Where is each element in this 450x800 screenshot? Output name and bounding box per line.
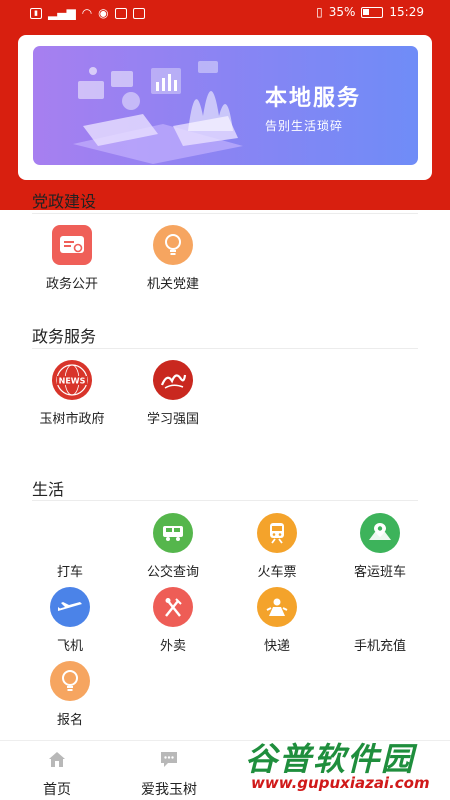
grid-item-label: 外卖 — [159, 639, 186, 654]
train-icon — [257, 513, 297, 553]
status-bar: ▮ ▂▄▆ ◠ ◉ ▯ 35% 15:29 — [0, 0, 450, 26]
grid-item-xuexi[interactable]: 学习强国 — [121, 360, 225, 428]
map-pin-icon — [360, 513, 400, 553]
sim-icon: ▮ — [30, 7, 42, 19]
vibrate-icon: ▯ — [316, 5, 323, 19]
document-search-icon — [52, 225, 92, 265]
grid-item-label: 学习强国 — [146, 412, 199, 427]
grid-item-label: 打车 — [56, 565, 83, 580]
section-title-life: 生活 — [32, 480, 65, 499]
wifi-icon: ◠ — [81, 6, 93, 20]
lightbulb-icon — [153, 225, 193, 265]
grid-item-label: 公交查询 — [146, 565, 199, 580]
grid-item-label: 手机充值 — [353, 639, 406, 654]
grid-item-takeout[interactable]: 外卖 — [121, 587, 225, 655]
grid-item-government-affairs[interactable]: 政务公开 — [20, 225, 124, 293]
plane-icon — [50, 587, 90, 627]
home-icon — [49, 752, 65, 767]
grid-item-phone-topup[interactable]: 手机充值 — [328, 587, 432, 655]
grid-item-label: 快递 — [263, 639, 290, 654]
fork-knife-icon — [153, 587, 193, 627]
grid-item-signup[interactable]: 报名 — [18, 661, 122, 729]
grid-item-yushu-gov[interactable]: NEWS 玉树市政府 — [20, 360, 124, 428]
news-globe-icon: NEWS — [52, 360, 92, 400]
location-icon — [114, 7, 127, 19]
grid-item-flight[interactable]: 飞机 — [18, 587, 122, 655]
tab-label: 爱我玉树 — [141, 782, 197, 798]
banner-title: 本地服务 — [265, 85, 362, 111]
phone-topup-icon — [360, 587, 400, 627]
eye-icon: ◉ — [98, 6, 109, 20]
grid-item-train[interactable]: 火车票 — [225, 513, 329, 581]
watermark-url: www.gupuxiazai.com — [251, 774, 430, 792]
grid-item-bus[interactable]: 公交查询 — [121, 513, 225, 581]
chat-icon — [161, 752, 177, 767]
section-divider — [32, 213, 418, 214]
grid-item-label: 玉树市政府 — [39, 412, 105, 427]
bus-icon — [153, 513, 193, 553]
xuexi-logo-icon — [153, 360, 193, 400]
local-services-banner[interactable]: 本地服务 告别生活琐碎 — [33, 46, 418, 165]
clock: 15:29 — [389, 5, 424, 19]
status-icons: ▮ ▂▄▆ ◠ ◉ — [30, 6, 145, 20]
grid-item-courier[interactable]: 快递 — [225, 587, 329, 655]
data-dashboard-illustration — [73, 61, 243, 164]
taxi-icon — [50, 513, 90, 553]
grid-item-party-building[interactable]: 机关党建 — [121, 225, 225, 293]
grid-item-label: 政务公开 — [45, 277, 98, 292]
grid-item-label: 火车票 — [257, 565, 297, 580]
tab-label: 首页 — [43, 782, 71, 798]
section-title-party: 党政建设 — [32, 192, 97, 211]
status-right: ▯ 35% 15:29 — [316, 5, 424, 19]
grid-item-label: 报名 — [56, 713, 83, 728]
section-divider — [32, 348, 418, 349]
section-title-gov-services: 政务服务 — [32, 327, 97, 346]
banner-subtitle: 告别生活琐碎 — [265, 119, 344, 133]
tab-home[interactable]: 首页 — [7, 741, 107, 800]
battery-icon — [361, 6, 384, 18]
grid-item-coach[interactable]: 客运班车 — [328, 513, 432, 581]
grid-item-label: 飞机 — [56, 639, 83, 654]
battery-percent: 35% — [328, 5, 356, 19]
banner-card: 本地服务 告别生活琐碎 — [18, 35, 432, 180]
app-icon — [132, 7, 145, 19]
courier-icon — [257, 587, 297, 627]
signal-icon: ▂▄▆ — [48, 6, 76, 20]
watermark-logo: 谷普软件园 www.gupuxiazai.com — [245, 726, 450, 800]
svg-text:NEWS: NEWS — [59, 377, 86, 386]
section-divider — [32, 500, 418, 501]
grid-item-label: 客运班车 — [353, 565, 406, 580]
grid-item-label: 机关党建 — [146, 277, 199, 292]
lightbulb-icon — [50, 661, 90, 701]
grid-item-taxi[interactable]: 打车 — [18, 513, 122, 581]
tab-love-yushu[interactable]: 爱我玉树 — [119, 741, 219, 800]
